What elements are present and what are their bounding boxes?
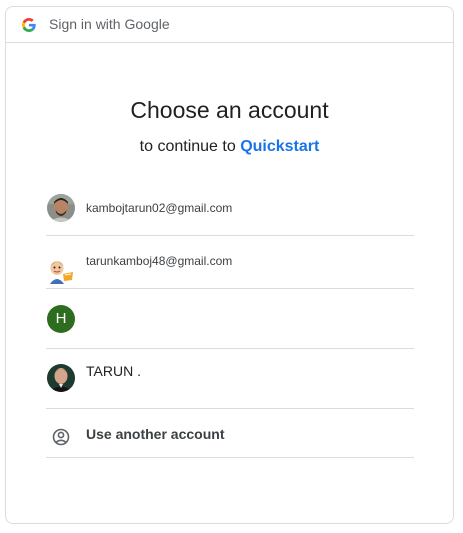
avatar: [47, 194, 75, 222]
account-item-tarun[interactable]: TARUN .: [46, 349, 414, 409]
avatar: H: [47, 305, 75, 333]
google-g-icon: [22, 18, 36, 32]
use-another-account-button[interactable]: Use another account: [46, 409, 414, 458]
app-name-link[interactable]: Quickstart: [240, 138, 319, 155]
sign-in-header: Sign in with Google: [6, 7, 453, 43]
account-item-h[interactable]: H: [46, 289, 414, 349]
use-another-account-label: Use another account: [86, 426, 225, 442]
account-item-tarunkamboj48[interactable]: tarunkamboj48@gmail.com: [46, 236, 414, 289]
person-circle-icon: [47, 423, 75, 451]
account-name: TARUN .: [86, 363, 141, 379]
sign-in-card: Sign in with Google Choose an account to…: [5, 6, 454, 524]
account-item-kambojtarun02[interactable]: kambojtarun02@gmail.com: [46, 187, 414, 236]
account-email: kambojtarun02@gmail.com: [86, 201, 233, 215]
avatar: [47, 364, 75, 392]
subtitle-prefix: to continue to: [139, 138, 241, 155]
account-list: kambojtarun02@gmail.com tarunkamboj48@gm…: [46, 187, 414, 458]
page-subtitle: to continue to Quickstart: [6, 137, 453, 157]
page-title: Choose an account: [130, 97, 329, 123]
account-email: tarunkamboj48@gmail.com: [86, 254, 233, 268]
sign-in-with-google-title: Sign in with Google: [49, 16, 170, 32]
avatar: [47, 257, 75, 285]
